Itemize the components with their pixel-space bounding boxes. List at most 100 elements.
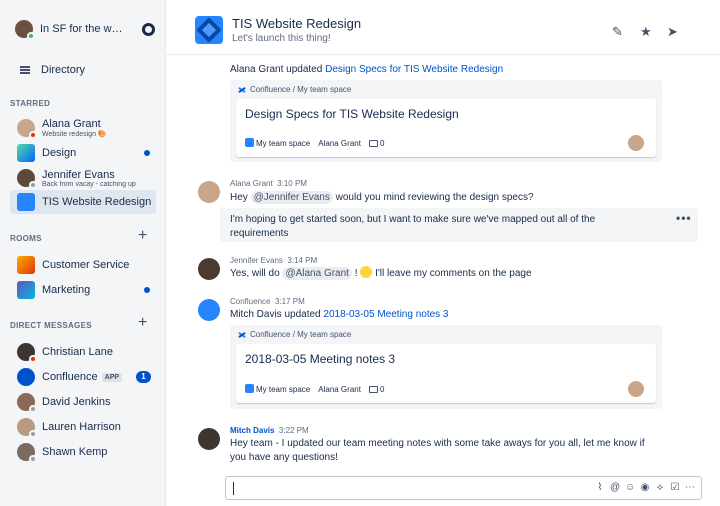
room-icon [17,193,35,211]
sidebar-item-david-jenkins[interactable]: David Jenkins [10,390,156,414]
message-author: Alana Grant 3:10 PM [230,179,307,188]
text: would you mind reviewing the design spec… [332,192,534,203]
sidebar-item-label: Lauren Harrison [42,421,121,433]
directory-link[interactable]: Directory [20,64,85,76]
attachment-icon[interactable]: ⌇ [595,482,605,494]
confluence-icon [238,86,246,94]
author-name[interactable]: Mitch Davis [230,426,274,435]
sidebar-item-label: Christian Lane [42,346,113,358]
mention[interactable]: @Jennifer Evans [250,191,333,204]
message-text: Alana Grant updated Design Specs for TIS… [230,63,503,77]
room-icon [17,256,35,274]
sidebar-item-lauren-harrison[interactable]: Lauren Harrison [10,415,156,439]
text: Yes, will do [230,268,283,279]
avatar [15,20,35,40]
confluence-icon[interactable] [198,299,220,321]
avatar[interactable] [198,181,220,203]
card-body[interactable]: 2018-03-05 Meeting notes 3 My team space… [236,344,656,403]
more-icon[interactable]: ⋯ [685,482,695,494]
directory-label: Directory [41,64,86,76]
sidebar-item-customer-service[interactable]: Customer Service [10,253,156,277]
user-status[interactable]: In SF for the week [15,18,155,40]
add-room-icon[interactable]: + [138,228,147,244]
more-actions-icon[interactable]: ••• [676,211,692,225]
avatar[interactable] [198,428,220,450]
unread-dot [144,150,150,156]
space-label: My team space [256,139,311,148]
composer-toolbar: ⌇ @ ☺ ◉ ⟡ ☑ ⋯ [595,482,695,494]
card-source-label: Confluence / My team space [250,85,352,94]
message-input[interactable]: ⌇ @ ☺ ◉ ⟡ ☑ ⋯ [225,476,702,500]
action-checkbox-icon[interactable]: ☑ [670,482,680,494]
unread-dot [144,287,150,293]
space-icon [245,384,254,393]
status-indicator [29,405,37,413]
card-body[interactable]: Design Specs for TIS Website Redesign My… [236,99,656,157]
message-author: Confluence 3:17 PM [230,297,305,306]
status-label: In SF for the week [40,23,128,35]
avatar [628,381,644,397]
sidebar-item-confluence[interactable]: Confluence APP 1 [10,365,156,389]
message-text: Yes, will do @Alana Grant ! I'll leave m… [230,266,532,281]
author-name[interactable]: Alana Grant [230,179,273,188]
emoji-icon[interactable]: ☺ [625,482,635,494]
unread-badge: 1 [136,371,151,383]
confluence-card: Confluence / My team space 2018-03-05 Me… [230,325,662,409]
text: ! [351,268,361,279]
room-title: TIS Website Redesign [232,16,362,31]
space-icon [245,138,254,147]
sidebar-item-shawn-kemp[interactable]: Shawn Kemp [10,440,156,464]
room-icon [17,281,35,299]
avatar [17,443,37,463]
page-link[interactable]: 2018-03-05 Meeting notes 3 [323,309,448,320]
sidebar-item-label: Shawn Kemp [42,446,108,458]
message-text: Hey team - I updated our team meeting no… [230,438,645,463]
edit-icon[interactable]: ✎ [612,25,623,38]
author-name[interactable]: Confluence [230,297,270,306]
directory-icon [20,66,30,74]
comment-icon [368,139,378,147]
sidebar-item-design[interactable]: Design [10,141,156,165]
rooms-header: ROOMS [10,234,42,243]
rocket-icon[interactable]: ➤ [667,25,678,38]
direct-messages-header: DIRECT MESSAGES [10,321,92,330]
comment-count: 0 [379,384,385,394]
status-indicator [29,355,37,363]
message-text: Hey @Jennifer Evans would you mind revie… [230,191,534,205]
comment-count: 0 [379,138,385,148]
sidebar-item-label: Customer Service [42,259,130,271]
mention[interactable]: @Alana Grant [282,267,352,280]
actor-name: Alana Grant [230,64,284,75]
actor-name: Mitch Davis [230,309,282,320]
message-list: Alana Grant updated Design Specs for TIS… [166,56,720,506]
avatar [17,343,37,363]
room-header: TIS Website Redesign Let's launch this t… [166,0,720,55]
room-avatar-icon [195,16,223,44]
confluence-icon [238,331,246,339]
sidebar-item-alana-grant[interactable]: Alana Grant Website redesign 🎨 [10,116,156,140]
timestamp: 3:10 PM [277,179,307,188]
sidebar-item-tis-website-redesign[interactable]: TIS Website Redesign [10,190,156,214]
status-ring-icon[interactable] [142,22,155,36]
room-icon [17,144,35,162]
sidebar-item-jennifer-evans[interactable]: Jennifer Evans Back from vacay - catchin… [10,166,156,190]
card-source: Confluence / My team space [238,85,351,94]
sidebar-item-label: Jennifer Evans [42,168,115,181]
smile-emoji-icon [360,266,373,278]
star-icon[interactable]: ★ [640,25,652,38]
app-tag: APP [101,372,123,382]
author-name[interactable]: Jennifer Evans [230,256,283,265]
page-link[interactable]: Design Specs for TIS Website Redesign [325,64,503,75]
sidebar-item-christian-lane[interactable]: Christian Lane [10,340,156,364]
timestamp: 3:14 PM [287,256,318,265]
sidebar-item-marketing[interactable]: Marketing [10,278,156,302]
mention-icon[interactable]: @ [610,482,620,494]
verb: updated [281,309,324,320]
sidebar-item-label: David Jenkins [42,396,111,408]
status-indicator [29,455,37,463]
avatar[interactable] [198,258,220,280]
add-direct-message-icon[interactable]: + [138,315,147,331]
space-label: My team space [256,385,311,394]
format-icon[interactable]: ⟡ [655,482,665,494]
record-icon[interactable]: ◉ [640,482,650,494]
